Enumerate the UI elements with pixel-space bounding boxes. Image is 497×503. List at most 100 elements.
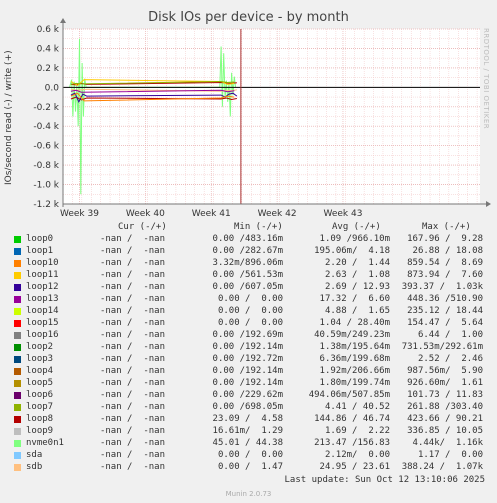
min-value: 0.00 /483.16m [212, 234, 283, 244]
cur-value: -nan / -nan [99, 402, 165, 412]
device-name: sda [26, 450, 43, 460]
cur-value: -nan / -nan [99, 366, 165, 376]
y-tick-label: -0.2 k [33, 103, 59, 113]
legend-swatch [14, 332, 21, 339]
max-value: 2.52 / 2.46 [417, 354, 483, 364]
legend-swatch [14, 248, 21, 255]
header-cur: Cur (-/+) [118, 222, 167, 232]
device-name: loop14 [26, 306, 59, 316]
max-value: 873.94 / 7.60 [407, 270, 483, 280]
x-tick-label: Week 41 [192, 209, 231, 219]
cur-value: -nan / -nan [99, 318, 165, 328]
legend-row-loop13: loop13 -nan / -nan 0.00 / 0.00 17.32 / 6.60… [12, 294, 492, 306]
device-name: loop12 [26, 282, 59, 292]
avg-value: 2.12m/ 0.00 [324, 450, 390, 460]
device-name: loop0 [26, 234, 54, 244]
max-value: 388.24 / 1.07k [401, 462, 483, 472]
avg-value: 1.04 / 28.40m [319, 318, 390, 328]
cur-value: -nan / -nan [99, 234, 165, 244]
legend-row-loop12: loop12 -nan / -nan 0.00 /607.05m 2.69 / 12.… [12, 282, 492, 294]
legend-row-loop10: loop10 -nan / -nan 3.32m/896.06m 2.20 / 1.4… [12, 258, 492, 270]
legend-swatch [14, 272, 21, 279]
cur-value: -nan / -nan [99, 414, 165, 424]
min-value: 0.00 /192.14m [212, 378, 283, 388]
legend-row-loop15: loop15 -nan / -nan 0.00 / 0.00 1.04 / 28.40… [12, 318, 492, 330]
legend-swatch [14, 236, 21, 243]
min-value: 0.00 / 0.00 [217, 294, 283, 304]
chart-svg: -1.2 k -1.0 k -0.8 k -0.6 k -0.4 k -0.2 k 0.0 0… [33, 18, 491, 219]
min-value: 0.00 / 0.00 [217, 318, 283, 328]
legend-swatch [14, 320, 21, 327]
device-name: loop8 [26, 414, 54, 424]
legend-row-loop11: loop11 -nan / -nan 0.00 /561.53m 2.63 / 1.0… [12, 270, 492, 282]
max-value: 1.17 / 0.00 [417, 450, 483, 460]
max-value: 336.85 / 10.05 [407, 426, 483, 436]
legend-swatch [14, 428, 21, 435]
avg-value: 1.92m/206.66m [319, 366, 390, 376]
min-value: 0.00 / 0.00 [217, 306, 283, 316]
avg-value: 4.41 / 40.52 [324, 402, 390, 412]
avg-value: 144.86 / 46.74 [314, 414, 390, 424]
legend-row-loop4: loop4 -nan / -nan 0.00 /192.14m 1.92m/206.6… [12, 366, 492, 378]
cur-value: -nan / -nan [99, 330, 165, 340]
cur-value: -nan / -nan [99, 246, 165, 256]
avg-value: 494.06m/507.85m [308, 390, 390, 400]
y-axis-arrow [60, 18, 66, 23]
min-value: 0.00 /192.69m [212, 330, 283, 340]
max-value: 393.37 / 1.03k [401, 282, 483, 292]
min-value: 16.61m/ 1.29 [212, 426, 283, 436]
min-value: 23.09 / 4.58 [212, 414, 283, 424]
y-tick-label: 0.6 k [37, 25, 60, 35]
legend-swatch [14, 356, 21, 363]
legend-swatch [14, 260, 21, 267]
y-tick-label: -0.4 k [33, 122, 59, 132]
max-value: 6.44 / 1.00 [417, 330, 483, 340]
cur-value: -nan / -nan [99, 378, 165, 388]
max-value: 448.36 /510.90 [407, 294, 483, 304]
legend-swatch [14, 440, 21, 447]
device-name: sdb [26, 462, 43, 472]
max-value: 859.54 / 8.69 [407, 258, 483, 268]
legend-row-loop14: loop14 -nan / -nan 0.00 / 0.00 4.88 / 1.65 2… [12, 306, 492, 318]
min-value: 0.00 /561.53m [212, 270, 283, 280]
min-value: 0.00 /282.67m [212, 246, 283, 256]
min-value: 0.00 /229.62m [212, 390, 283, 400]
max-value: 261.88 /303.40 [407, 402, 483, 412]
cur-value: -nan / -nan [99, 450, 165, 460]
legend-swatch [14, 404, 21, 411]
x-tick-label: Week 39 [60, 209, 99, 219]
device-name: loop7 [26, 402, 54, 412]
y-tick-label: 0.0 [45, 83, 60, 93]
legend-row-loop3: loop3 -nan / -nan 0.00 /192.72m 6.36m/199.6… [12, 354, 492, 366]
header-max: Max (-/+) [422, 222, 471, 232]
legend-row-loop6: loop6 -nan / -nan 0.00 /229.62m 494.06m/507… [12, 390, 492, 402]
min-value: 0.00 /607.05m [212, 282, 283, 292]
y-tick-label: -0.6 k [33, 142, 59, 152]
cur-value: -nan / -nan [99, 462, 165, 472]
device-name: loop4 [26, 366, 54, 376]
legend-row-nvme0n1: nvme0n1 -nan / -nan 45.01 / 44.38 213.47 /1… [12, 438, 492, 450]
device-name: loop16 [26, 330, 59, 340]
header-avg: Avg (-/+) [332, 222, 381, 232]
min-value: 45.01 / 44.38 [212, 438, 283, 448]
legend-swatch [14, 296, 21, 303]
y-tick-label: 0.4 k [37, 44, 60, 54]
device-name: loop5 [26, 378, 54, 388]
device-name: loop1 [26, 246, 54, 256]
device-name: loop6 [26, 390, 54, 400]
max-value: 4.44k/ 1.16k [412, 438, 483, 448]
legend-swatch [14, 344, 21, 351]
device-name: loop13 [26, 294, 59, 304]
max-value: 101.73 / 11.83 [407, 390, 483, 400]
avg-value: 40.59m/249.23m [314, 330, 390, 340]
avg-value: 24.95 / 23.61 [319, 462, 390, 472]
cur-value: -nan / -nan [99, 342, 165, 352]
min-value: 0.00 /192.14m [212, 366, 283, 376]
avg-value: 195.06m/ 4.18 [314, 246, 390, 256]
cur-value: -nan / -nan [99, 306, 165, 316]
device-name: loop11 [26, 270, 59, 280]
cur-value: -nan / -nan [99, 294, 165, 304]
max-value: 423.66 / 90.21 [407, 414, 483, 424]
legend-row-loop9: loop9 -nan / -nan 16.61m/ 1.29 1.69 / 2.22 3… [12, 426, 492, 438]
avg-value: 2.69 / 12.93 [324, 282, 390, 292]
